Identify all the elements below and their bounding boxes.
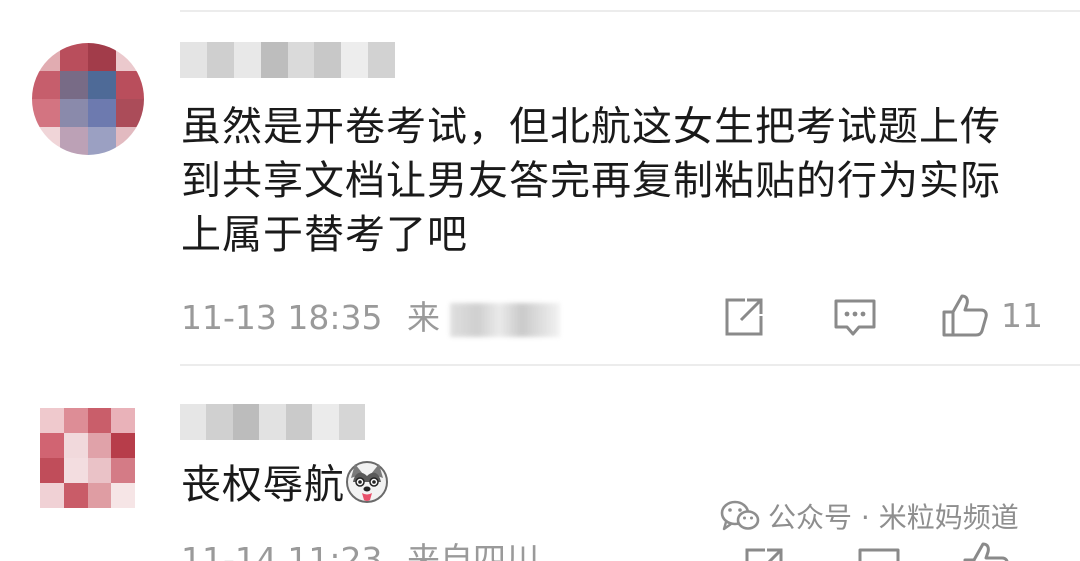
- avatar-pixel: [111, 483, 135, 508]
- comment-location: 来: [406, 298, 440, 337]
- avatar-pixel: [87, 408, 112, 433]
- comment-button[interactable]: [833, 297, 877, 339]
- comment-text: 虽然是开卷考试，但北航这女生把考试题上传到共享文档让男友答完再复制粘贴的行为实际…: [181, 104, 1001, 258]
- avatar-pixel: [63, 483, 88, 508]
- avatar-pixel: [116, 127, 144, 155]
- avatar-pixel: [116, 71, 144, 99]
- wechat-icon: [720, 500, 760, 531]
- comment-divider: [180, 364, 1080, 366]
- comment-meta: 11-14 11:23 来自四川: [181, 540, 539, 561]
- avatar-pixel: [60, 71, 88, 99]
- avatar-pixel: [111, 458, 135, 483]
- avatar-pixel: [87, 483, 112, 508]
- thumbs-up-icon: [963, 542, 1009, 561]
- avatar-pixel: [60, 43, 88, 71]
- avatar-pixel: [32, 71, 60, 99]
- avatar-pixel: [40, 458, 64, 483]
- like-button[interactable]: 11: [941, 292, 1043, 338]
- watermark: 公众号 · 米粒妈频道: [720, 496, 1019, 536]
- avatar-pixel: [63, 433, 88, 458]
- avatar-pixel: [87, 433, 112, 458]
- top-divider: [180, 10, 1080, 12]
- avatar-pixel: [111, 408, 135, 433]
- comment-icon: [834, 299, 876, 336]
- thumbs-up-icon: [942, 294, 988, 337]
- avatar-pixel: [40, 433, 64, 458]
- avatar-pixel: [60, 99, 88, 127]
- avatar-pixel: [116, 43, 144, 71]
- share-button[interactable]: [743, 546, 787, 561]
- likes-count: 11: [1001, 295, 1043, 335]
- avatar-pixel: [32, 43, 60, 71]
- comment-time: 11-13 18:35: [181, 298, 383, 337]
- comment-icon: [858, 548, 900, 561]
- share-edit-icon: [725, 298, 763, 336]
- comment-meta: 11-13 18:35 来: [181, 298, 560, 338]
- avatar-pixel: [32, 127, 60, 155]
- avatar[interactable]: [40, 408, 135, 508]
- avatar-pixel: [63, 458, 88, 483]
- avatar-pixel: [88, 43, 116, 71]
- avatar-pixel: [88, 127, 116, 155]
- watermark-text: 公众号 · 米粒妈频道: [768, 501, 1019, 534]
- avatar-pixel: [60, 127, 88, 155]
- avatar-pixel: [40, 483, 64, 508]
- avatar-pixel: [63, 408, 88, 433]
- avatar[interactable]: [32, 43, 144, 155]
- username-blurred[interactable]: [180, 404, 365, 440]
- comment-feed: 虽然是开卷考试，但北航这女生把考试题上传到共享文档让男友答完再复制粘贴的行为实际…: [0, 0, 1080, 561]
- avatar-pixel: [88, 71, 116, 99]
- husky-emoji-icon: [346, 461, 388, 503]
- comment-text: 丧权辱航: [181, 458, 389, 512]
- comment-location: 来自四川: [406, 540, 539, 561]
- like-button[interactable]: [962, 540, 1010, 561]
- avatar-pixel: [87, 458, 112, 483]
- comment-button[interactable]: [857, 546, 901, 561]
- avatar-pixel: [40, 408, 64, 433]
- username-blurred[interactable]: [180, 42, 395, 78]
- comment-text-content: 丧权辱航: [181, 462, 345, 508]
- comment-time: 11-14 11:23: [181, 540, 383, 561]
- location-blurred: [449, 302, 560, 337]
- avatar-pixel: [116, 99, 144, 127]
- avatar-pixel: [32, 99, 60, 127]
- share-button[interactable]: [723, 296, 767, 338]
- avatar-pixel: [88, 99, 116, 127]
- avatar-pixel: [111, 433, 135, 458]
- share-edit-icon: [745, 548, 783, 561]
